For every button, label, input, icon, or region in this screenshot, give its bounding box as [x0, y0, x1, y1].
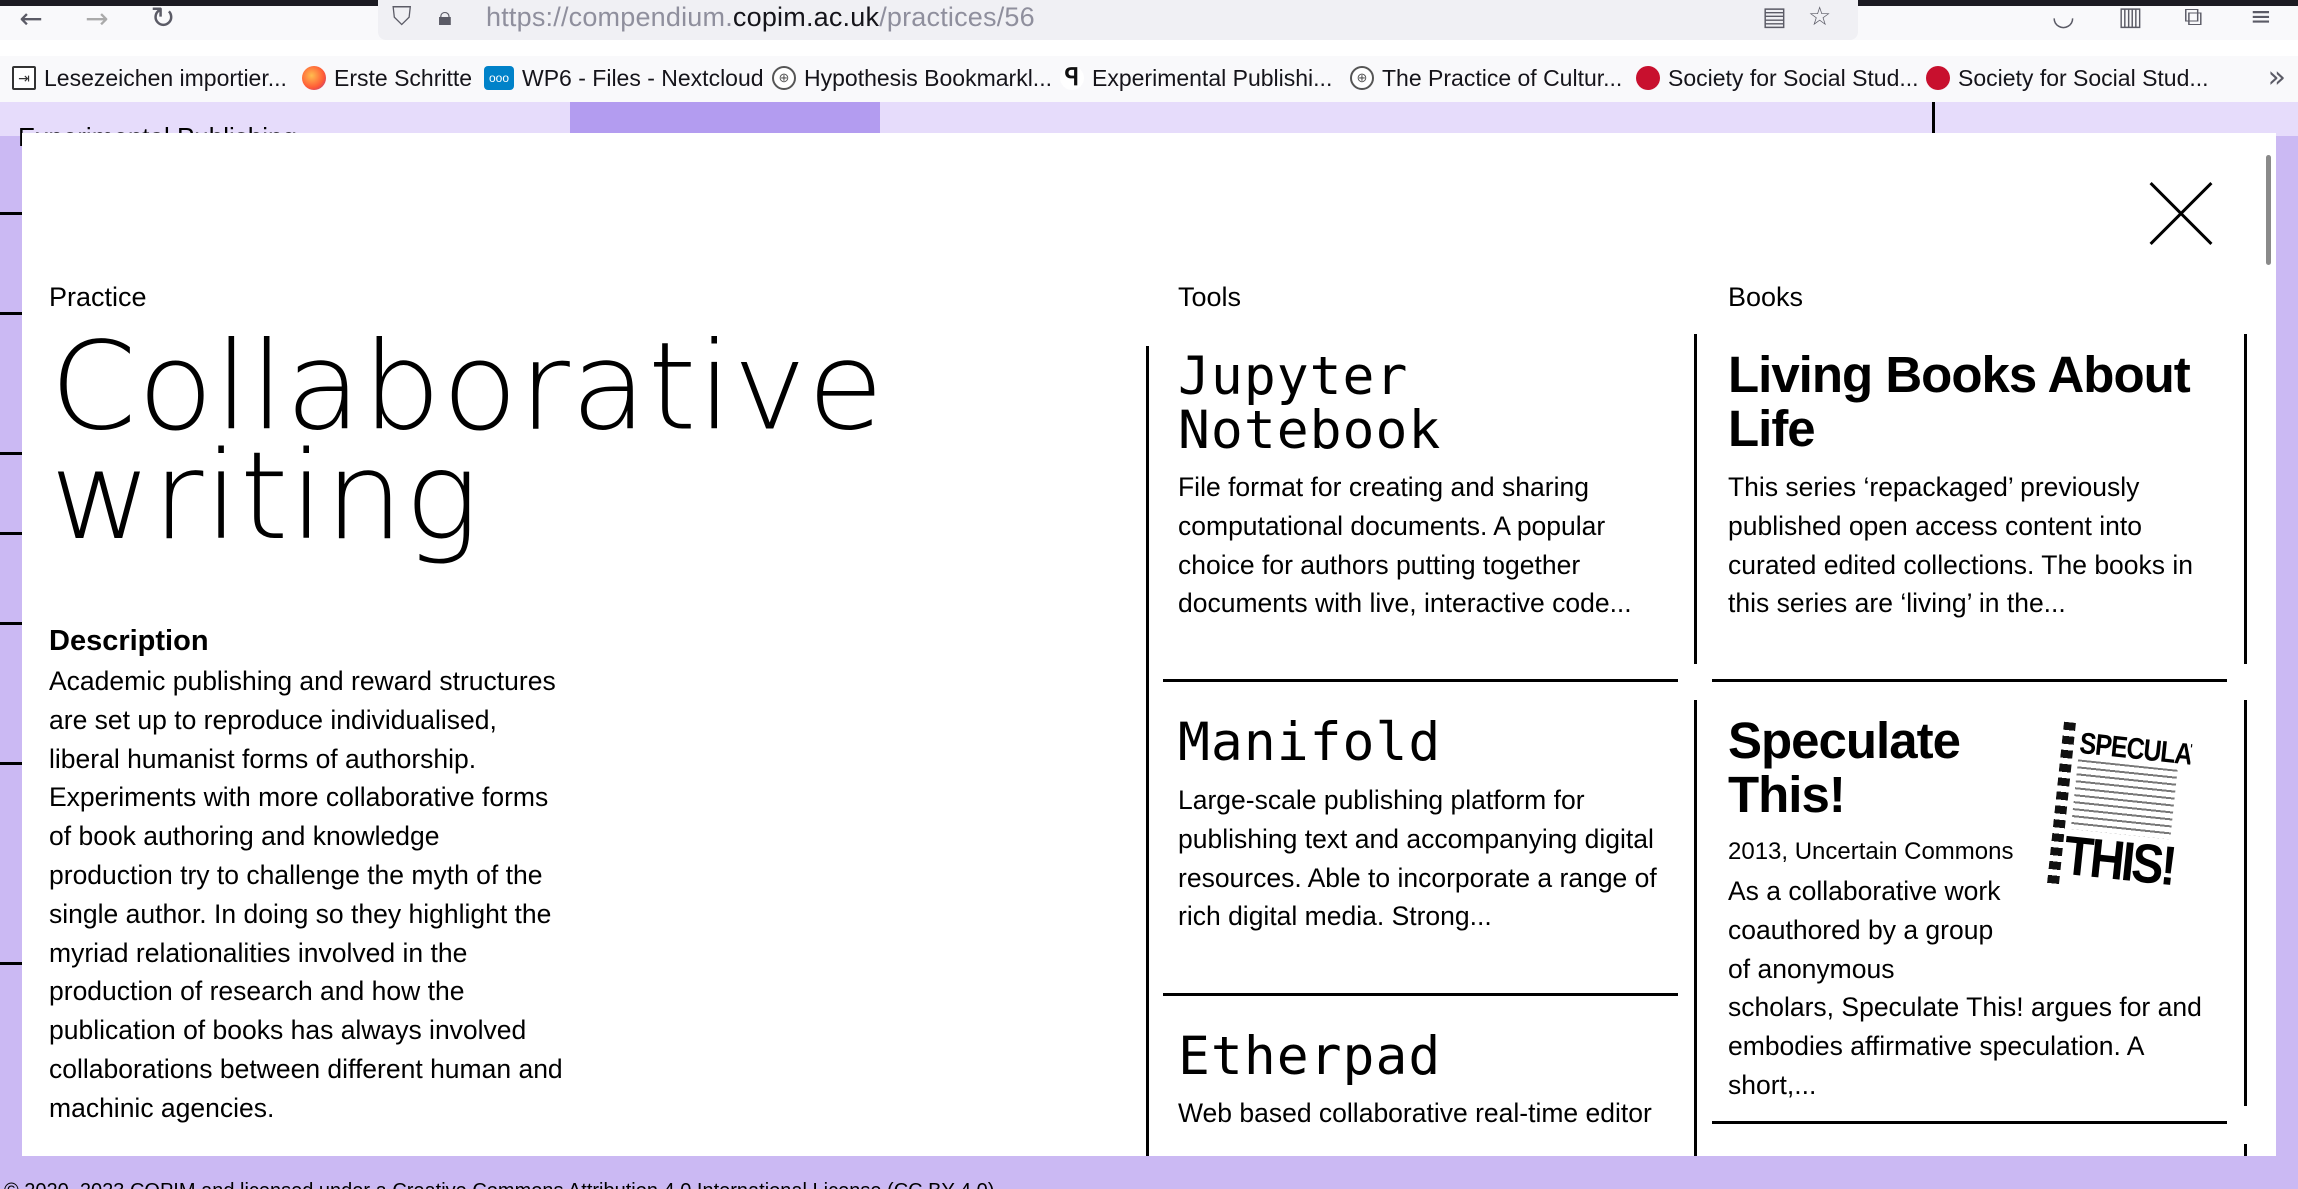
tools-column-border [1146, 346, 1149, 1156]
practice-title: Collaborative writing [50, 326, 884, 568]
bookmark-item[interactable]: ooo WP6 - Files - Nextcloud [484, 60, 764, 96]
description-heading: Description [49, 625, 209, 657]
background-nav [0, 102, 2298, 136]
background-rule [0, 312, 22, 315]
firefox-icon [302, 66, 326, 90]
tool-description: File format for creating and sharing com… [1178, 472, 1632, 619]
background-divider [1932, 102, 1935, 136]
address-bar[interactable]: ⛉ 🔒︎ https://compendium.copim.ac.uk/prac… [378, 0, 1858, 40]
bookmarks-bar: ⇥ Lesezeichen importier... Erste Schritte… [0, 56, 2298, 102]
browser-toolbar: ← → ↻ ⛉ 🔒︎ https://compendium.copim.ac.u… [0, 0, 2298, 40]
nextcloud-icon: ooo [484, 66, 514, 90]
books-column-border [1694, 334, 1697, 664]
reload-icon[interactable]: ↻ [148, 4, 178, 34]
pocket-icon[interactable]: ◡ [2052, 2, 2075, 32]
practice-title-line: writing [50, 426, 480, 568]
globe-icon: ⊕ [772, 66, 796, 90]
practice-column-label: Practice [49, 282, 147, 312]
lock-icon[interactable]: 🔒︎ [438, 2, 452, 33]
globe-icon: ⊕ [1350, 66, 1374, 90]
shield-icon[interactable]: ⛉ [392, 2, 412, 33]
society-icon [1636, 66, 1660, 90]
bookmark-item[interactable]: Erste Schritte [302, 60, 472, 96]
background-rule [0, 762, 22, 765]
book-title-living-books[interactable]: Living Books About Life [1728, 348, 2191, 456]
books-column-border [2244, 1144, 2247, 1156]
books-column-border [2244, 700, 2247, 1106]
bookmark-star-icon[interactable]: ☆ [1808, 2, 1831, 32]
background-rule [0, 212, 22, 215]
tool-title-etherpad[interactable]: Etherpad [1178, 1030, 1441, 1084]
forward-arrow-icon[interactable]: → [82, 4, 112, 34]
tools-column-label: Tools [1178, 282, 1242, 312]
background-rule [0, 452, 22, 455]
chevron-double-right-icon[interactable]: » [2268, 60, 2286, 95]
page-footer: © 2020–2023 COPIM and licensed under a C… [4, 1180, 994, 1189]
books-column-border [2244, 334, 2247, 664]
bookmark-item[interactable]: ꟼ Experimental Publishi... [1060, 60, 1332, 96]
society-icon [1926, 66, 1950, 90]
tool-description: Web based collaborative real-time editor [1178, 1098, 1652, 1128]
menu-icon[interactable]: ≡ [2250, 2, 2272, 32]
books-column-border [1694, 700, 1697, 1156]
book-meta: 2013, Uncertain Commons [1728, 838, 2014, 865]
background-rule [0, 962, 22, 965]
card-divider [1712, 1121, 2227, 1124]
book-description: This series ‘repackaged’ previously publ… [1728, 472, 2194, 619]
tool-title-jupyter[interactable]: Jupyter Notebook [1178, 350, 1441, 458]
bookmark-item[interactable]: ⊕ The Practice of Cultur... [1350, 60, 1622, 96]
book-cover-image[interactable]: SPECULATE THIS! [2046, 721, 2194, 900]
tool-description: Large-scale publishing platform for publ… [1178, 785, 1657, 932]
background-rule [0, 622, 22, 625]
book-title-speculate-this[interactable]: Speculate This! [1728, 714, 1961, 822]
book-description-first: As a collaborative work coauthored by a … [1728, 876, 2202, 1100]
hypothesis-icon: ꟼ [1060, 66, 1084, 90]
card-divider [1163, 993, 1678, 996]
import-icon: ⇥ [12, 66, 36, 90]
background-nav-active [570, 102, 880, 136]
modal-scrollbar[interactable] [2266, 155, 2271, 265]
close-icon[interactable] [2144, 177, 2218, 251]
bookmark-item[interactable]: Society for Social Stud... [1926, 60, 2209, 96]
tool-title-manifold[interactable]: Manifold [1178, 716, 1441, 770]
background-rule [0, 532, 22, 535]
reader-view-icon[interactable]: ▤ [1762, 2, 1787, 32]
back-arrow-icon[interactable]: ← [16, 4, 46, 34]
bookmark-item[interactable]: Society for Social Stud... [1636, 60, 1919, 96]
extensions-icon[interactable]: ⧉ [2184, 2, 2203, 33]
bookmark-item[interactable]: ⇥ Lesezeichen importier... [12, 60, 287, 96]
bookmark-item[interactable]: ⊕ Hypothesis Bookmarkl... [772, 60, 1052, 96]
card-divider [1712, 679, 2227, 682]
library-icon[interactable]: ▥ [2118, 2, 2143, 32]
books-column-label: Books [1728, 282, 1804, 312]
url-text[interactable]: https://compendium.copim.ac.uk/practices… [486, 2, 1035, 33]
card-divider [1163, 679, 1678, 682]
practice-description: Academic publishing and reward structure… [49, 666, 563, 1123]
